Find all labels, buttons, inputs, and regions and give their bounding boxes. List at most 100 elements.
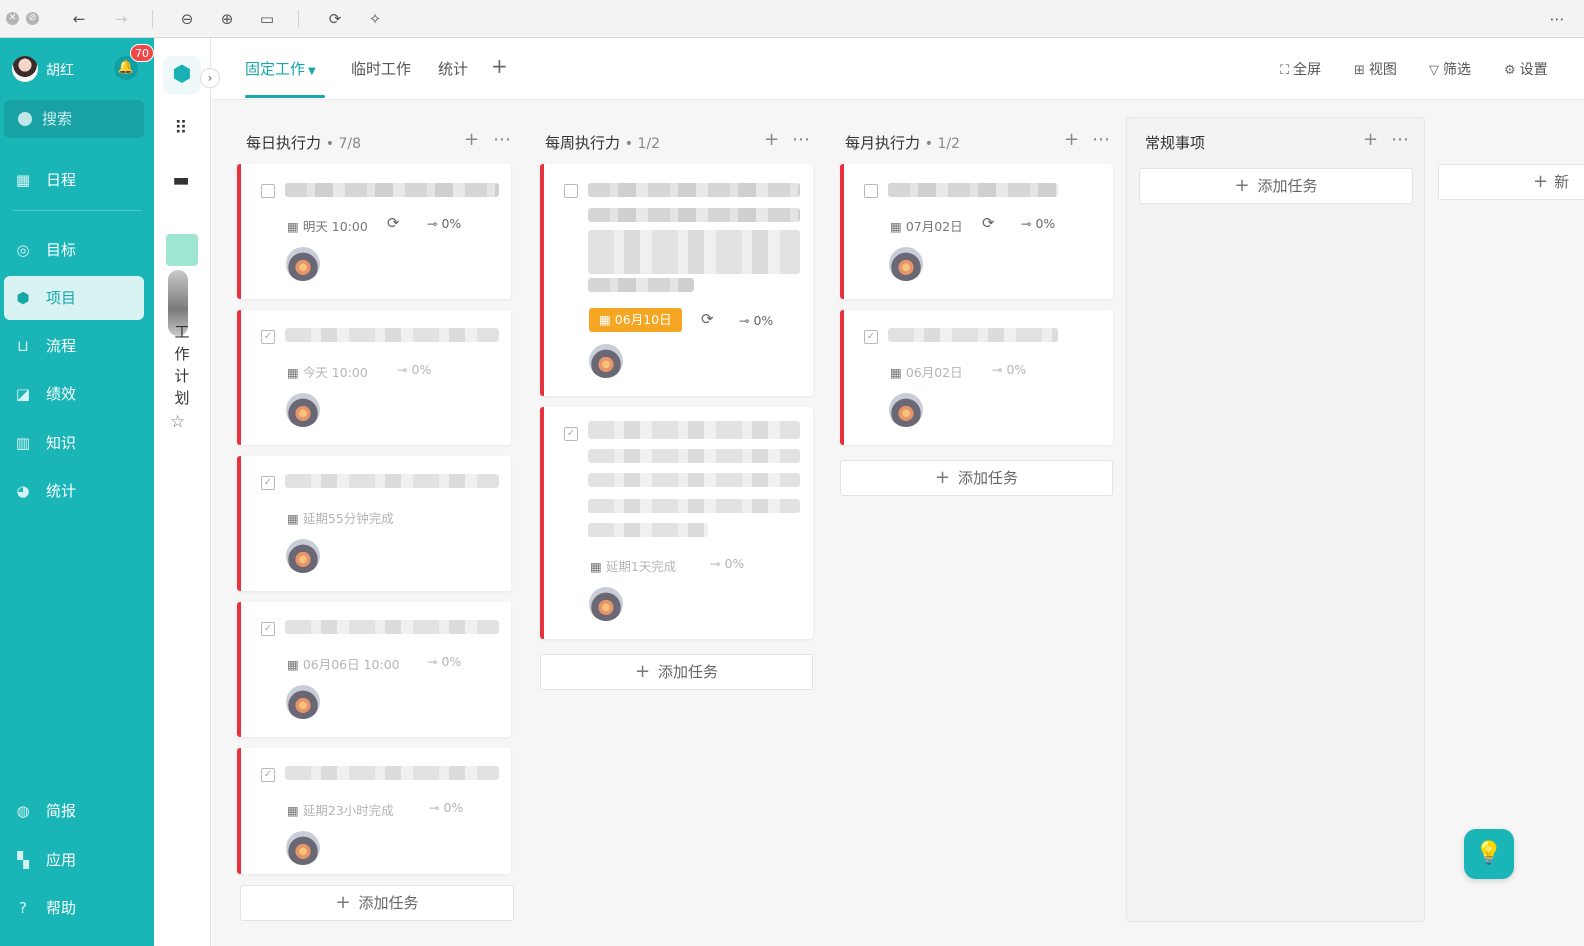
fit-window-icon[interactable]: ▭: [256, 8, 278, 30]
tab-temporary-work[interactable]: 临时工作: [351, 58, 411, 79]
more-icon[interactable]: ⋯: [1092, 129, 1110, 150]
task-card[interactable]: ✓ ▦ 今天 10:00 ⊸ 0%: [237, 310, 511, 445]
project-thumbnail[interactable]: [166, 234, 198, 266]
grid-dots-icon[interactable]: ⠿: [170, 118, 192, 140]
sidebar-item-projects[interactable]: ⬢ 项目: [4, 276, 144, 320]
lightbulb-icon[interactable]: 💡: [1464, 829, 1514, 879]
task-checkbox[interactable]: [564, 184, 578, 198]
assignee-avatar[interactable]: [286, 247, 320, 281]
task-card[interactable]: ✓ ▦ 06月02日 ⊸ 0%: [840, 310, 1113, 445]
settings-button[interactable]: ⚙ 设置: [1504, 59, 1548, 79]
add-plus-icon[interactable]: +: [1064, 129, 1079, 150]
user-name[interactable]: 胡红: [46, 60, 74, 80]
more-icon[interactable]: ⋯: [792, 129, 810, 150]
assignee-avatar[interactable]: [889, 247, 923, 281]
add-task-button[interactable]: + 添加任务: [840, 460, 1113, 496]
calendar-icon: ▦: [287, 657, 299, 672]
add-tab-plus-icon[interactable]: +: [491, 54, 508, 78]
date-text: 06月06日 10:00: [302, 657, 400, 672]
sidebar-item-knowledge[interactable]: ▥ 知识: [4, 421, 144, 465]
sidebar-item-schedule[interactable]: ▦ 日程: [4, 158, 144, 202]
cube-icon[interactable]: ⬢: [163, 56, 201, 94]
project-name[interactable]: 工作计划: [172, 321, 192, 409]
window-close-icon[interactable]: ✕: [6, 12, 19, 25]
sidebar-item-label: 目标: [46, 241, 77, 259]
progress-text: 0%: [753, 313, 774, 328]
more-icon[interactable]: ⋯: [493, 129, 511, 150]
assignee-avatar[interactable]: [589, 587, 623, 621]
task-checkbox[interactable]: ✓: [864, 330, 878, 344]
sidebar-item-process[interactable]: ⊔ 流程: [4, 324, 144, 368]
sidebar-item-statistics[interactable]: ◕ 统计: [4, 469, 144, 513]
view-button[interactable]: ⊞ 视图: [1354, 59, 1397, 79]
add-task-button[interactable]: + 添加任务: [540, 654, 813, 690]
sidebar-item-apps[interactable]: ▚ 应用: [4, 838, 144, 882]
book-icon: ▥: [15, 434, 31, 452]
task-title-blurred: [588, 421, 800, 439]
assignee-avatar[interactable]: [589, 344, 623, 378]
task-checkbox[interactable]: [261, 184, 275, 198]
assignee-avatar[interactable]: [286, 831, 320, 865]
task-checkbox[interactable]: [864, 184, 878, 198]
sidebar-item-reports[interactable]: ◍ 简报: [4, 789, 144, 833]
filter-icon: ▽: [1429, 63, 1439, 78]
task-checkbox[interactable]: ✓: [261, 330, 275, 344]
task-progress: ⊸ 0%: [710, 556, 744, 571]
task-card[interactable]: ✓ ▦ 延期55分钟完成: [237, 456, 511, 591]
filter-button[interactable]: ▽ 筛选: [1429, 59, 1471, 79]
tab-fixed-work[interactable]: 固定工作 ▼: [245, 58, 316, 79]
sidebar-item-help[interactable]: ? 帮助: [4, 886, 144, 930]
rotate-icon[interactable]: ⟳: [324, 8, 346, 30]
calendar-icon: ▦: [287, 803, 299, 818]
chevron-right-icon[interactable]: ›: [200, 68, 220, 88]
add-task-button[interactable]: + 添加任务: [240, 885, 514, 921]
task-checkbox[interactable]: ✓: [261, 476, 275, 490]
add-plus-icon[interactable]: +: [1363, 129, 1378, 150]
user-avatar[interactable]: [12, 56, 38, 82]
progress-text: 0%: [443, 800, 464, 815]
tab-label: 固定工作: [245, 60, 306, 78]
star-icon[interactable]: ☆: [170, 412, 185, 432]
more-icon[interactable]: ⋯: [1546, 8, 1568, 30]
task-card[interactable]: ▦ 明天 10:00 ⟳ ⊸ 0%: [237, 164, 511, 299]
task-progress: ⊸ 0%: [429, 800, 463, 815]
add-plus-icon[interactable]: +: [464, 129, 479, 150]
sidebar-item-goals[interactable]: ◎ 目标: [4, 228, 144, 272]
task-card[interactable]: ✓ ▦ 延期1天完成 ⊸ 0%: [540, 407, 813, 639]
task-checkbox[interactable]: ✓: [564, 427, 578, 441]
column-name: 常规事项: [1145, 134, 1206, 152]
task-checkbox[interactable]: ✓: [261, 622, 275, 636]
window-minimize-icon[interactable]: ⊘: [26, 12, 39, 25]
search-input[interactable]: 搜索: [4, 100, 144, 138]
fullscreen-button[interactable]: ⛶ 全屏: [1280, 59, 1321, 79]
tab-statistics[interactable]: 统计: [438, 58, 468, 79]
assignee-avatar[interactable]: [286, 685, 320, 719]
zoom-out-icon[interactable]: ⊖: [176, 8, 198, 30]
notification-badge: 70: [130, 44, 154, 62]
more-icon[interactable]: ⋯: [1391, 129, 1409, 150]
task-title-blurred: [285, 620, 499, 634]
help-icon: ?: [19, 899, 27, 917]
sidebar-item-performance[interactable]: ◪ 绩效: [4, 372, 144, 416]
folder-icon[interactable]: ▬: [170, 170, 192, 192]
task-card[interactable]: ✓ ▦ 06月06日 10:00 ⊸ 0%: [237, 602, 511, 737]
forward-arrow-icon[interactable]: →: [110, 8, 132, 30]
date-text: 06月10日: [614, 312, 672, 327]
assignee-avatar[interactable]: [889, 393, 923, 427]
task-card[interactable]: ▦ 06月10日 ⟳ ⊸ 0%: [540, 164, 813, 396]
zoom-in-icon[interactable]: ⊕: [216, 8, 238, 30]
back-arrow-icon[interactable]: ←: [68, 8, 90, 30]
sidebar-divider: [12, 210, 142, 211]
assignee-avatar[interactable]: [286, 393, 320, 427]
task-card[interactable]: ✓ ▦ 延期23小时完成 ⊸ 0%: [237, 748, 511, 874]
add-task-label: 添加任务: [1257, 177, 1318, 195]
plus-icon: +: [1533, 171, 1549, 192]
top-toolbar: ✕ ⊘ ← → ⊖ ⊕ ▭ ⟳ ✧ ⋯: [0, 0, 1584, 38]
task-card[interactable]: ▦ 07月02日 ⟳ ⊸ 0%: [840, 164, 1113, 299]
magic-wand-icon[interactable]: ✧: [364, 8, 386, 30]
add-task-button[interactable]: + 添加任务: [1139, 168, 1413, 204]
add-plus-icon[interactable]: +: [764, 129, 779, 150]
assignee-avatar[interactable]: [286, 539, 320, 573]
new-column-button[interactable]: + 新: [1438, 164, 1584, 200]
task-checkbox[interactable]: ✓: [261, 768, 275, 782]
